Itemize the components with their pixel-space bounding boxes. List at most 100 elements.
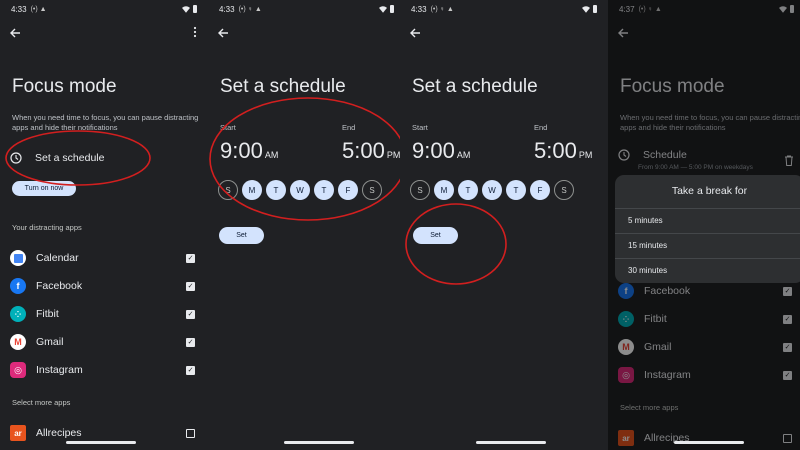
page-title: Focus mode	[620, 76, 725, 97]
status-time: 4:33	[411, 4, 427, 14]
app-row-allrecipes[interactable]: ar Allrecipes	[10, 424, 195, 442]
app-label: Gmail	[644, 341, 672, 353]
app-row-facebook[interactable]: f Facebook ✓	[618, 282, 792, 300]
end-time[interactable]: 5:00 PM	[534, 138, 592, 164]
day-toggle-saturday[interactable]: S	[554, 180, 574, 200]
app-label: Allrecipes	[36, 427, 82, 439]
status-time: 4:37	[619, 4, 635, 14]
start-time[interactable]: 9:00 AM	[220, 138, 278, 164]
calendar-app-icon	[10, 250, 26, 266]
instagram-app-icon: ◎	[10, 362, 26, 378]
day-toggle-sunday[interactable]: S	[410, 180, 430, 200]
day-toggle-friday[interactable]: F	[530, 180, 550, 200]
start-label: Start	[412, 123, 428, 132]
status-notification-icons: (•) ♀ ▲	[238, 5, 262, 13]
break-option-30-minutes[interactable]: 30 minutes	[615, 258, 800, 282]
end-label: End	[534, 123, 548, 132]
home-indicator[interactable]	[284, 441, 354, 444]
page-description: When you need time to focus, you can pau…	[620, 113, 800, 132]
distracting-apps-header: Your distracting apps	[12, 223, 82, 232]
app-checkbox[interactable]: ✓	[783, 314, 792, 324]
app-checkbox[interactable]: ✓	[783, 342, 792, 352]
app-label: Instagram	[36, 364, 83, 376]
back-arrow-icon[interactable]	[616, 26, 630, 40]
app-checkbox[interactable]	[783, 433, 792, 443]
status-bar: 4:33 (•) ♀ ▲	[411, 3, 597, 15]
focus-mode-screen: 4:33 (•) ▲ Focus mode When you need time…	[0, 0, 203, 450]
app-row-gmail[interactable]: M Gmail ✓	[618, 338, 792, 356]
day-toggle-thursday[interactable]: T	[506, 180, 526, 200]
app-checkbox[interactable]: ✓	[186, 337, 195, 347]
app-checkbox[interactable]	[186, 428, 195, 438]
fitbit-app-icon: ⁘	[10, 306, 26, 322]
wifi-icon	[582, 5, 590, 13]
app-row-allrecipes[interactable]: ar Allrecipes	[618, 429, 792, 447]
app-checkbox[interactable]: ✓	[186, 281, 195, 291]
page-title: Focus mode	[12, 76, 117, 97]
end-ampm: PM	[578, 150, 593, 160]
schedule-label: Schedule	[643, 149, 687, 161]
app-checkbox[interactable]: ✓	[783, 370, 792, 380]
page-description: When you need time to focus, you can pau…	[12, 113, 199, 132]
start-time-value: 9:00	[220, 138, 263, 163]
schedule-row[interactable]: Schedule	[618, 148, 790, 162]
status-time: 4:33	[11, 4, 27, 14]
end-time-value: 5:00	[534, 138, 577, 163]
start-ampm: AM	[456, 150, 471, 160]
home-indicator[interactable]	[66, 441, 136, 444]
app-row-facebook[interactable]: f Facebook ✓	[10, 277, 195, 295]
more-vert-icon[interactable]	[193, 26, 197, 38]
app-checkbox[interactable]: ✓	[186, 309, 195, 319]
app-row-gmail[interactable]: M Gmail ✓	[10, 333, 195, 351]
start-ampm: AM	[264, 150, 279, 160]
take-a-break-dialog: Take a break for 5 minutes 15 minutes 30…	[615, 175, 800, 283]
day-toggle-wednesday[interactable]: W	[290, 180, 310, 200]
set-schedule-row[interactable]: Set a schedule	[10, 147, 193, 169]
wifi-icon	[379, 5, 387, 13]
day-toggle-sunday[interactable]: S	[218, 180, 238, 200]
facebook-app-icon: f	[618, 283, 634, 299]
app-checkbox[interactable]: ✓	[186, 365, 195, 375]
app-row-instagram[interactable]: ◎ Instagram ✓	[10, 361, 195, 379]
set-schedule-screen-2: 4:33 (•) ♀ ▲ Set a schedule Start 9:00 AM…	[400, 0, 603, 450]
app-row-fitbit[interactable]: ⁘ Fitbit ✓	[618, 310, 792, 328]
turn-on-now-button[interactable]: Turn on now	[12, 181, 76, 196]
home-indicator[interactable]	[476, 441, 546, 444]
start-time[interactable]: 9:00 AM	[412, 138, 470, 164]
app-row-instagram[interactable]: ◎ Instagram ✓	[618, 366, 792, 384]
select-more-apps-header: Select more apps	[12, 398, 71, 407]
set-button[interactable]: Set	[219, 227, 264, 244]
day-toggle-monday[interactable]: M	[434, 180, 454, 200]
set-button[interactable]: Set	[413, 227, 458, 244]
instagram-app-icon: ◎	[618, 367, 634, 383]
status-bar: 4:33 (•) ♀ ▲	[219, 3, 394, 15]
clock-icon	[10, 152, 22, 164]
app-row-fitbit[interactable]: ⁘ Fitbit ✓	[10, 305, 195, 323]
trash-icon[interactable]	[784, 155, 794, 166]
app-checkbox[interactable]: ✓	[186, 253, 195, 263]
app-checkbox[interactable]: ✓	[783, 286, 792, 296]
day-toggle-wednesday[interactable]: W	[482, 180, 502, 200]
break-option-5-minutes[interactable]: 5 minutes	[615, 208, 800, 232]
page-title: Set a schedule	[412, 76, 538, 97]
set-schedule-screen: 4:33 (•) ♀ ▲ Set a schedule Start 9:00 AM…	[208, 0, 400, 450]
wifi-icon	[779, 5, 787, 13]
home-indicator[interactable]	[674, 441, 744, 444]
day-toggle-saturday[interactable]: S	[362, 180, 382, 200]
app-row-calendar[interactable]: Calendar ✓	[10, 249, 195, 267]
day-toggle-monday[interactable]: M	[242, 180, 262, 200]
day-toggle-friday[interactable]: F	[338, 180, 358, 200]
day-toggle-tuesday[interactable]: T	[266, 180, 286, 200]
app-label: Facebook	[36, 280, 83, 292]
break-option-15-minutes[interactable]: 15 minutes	[615, 233, 800, 257]
back-arrow-icon[interactable]	[408, 26, 422, 40]
end-time[interactable]: 5:00 PM	[342, 138, 400, 164]
back-arrow-icon[interactable]	[8, 26, 22, 40]
day-toggle-thursday[interactable]: T	[314, 180, 334, 200]
focus-mode-break-screen: 4:37 (•) ♀ ▲ Focus mode When you need ti…	[608, 0, 800, 450]
page-title: Set a schedule	[220, 76, 346, 97]
day-toggle-tuesday[interactable]: T	[458, 180, 478, 200]
battery-icon	[593, 5, 597, 13]
back-arrow-icon[interactable]	[216, 26, 230, 40]
gmail-app-icon: M	[10, 334, 26, 350]
